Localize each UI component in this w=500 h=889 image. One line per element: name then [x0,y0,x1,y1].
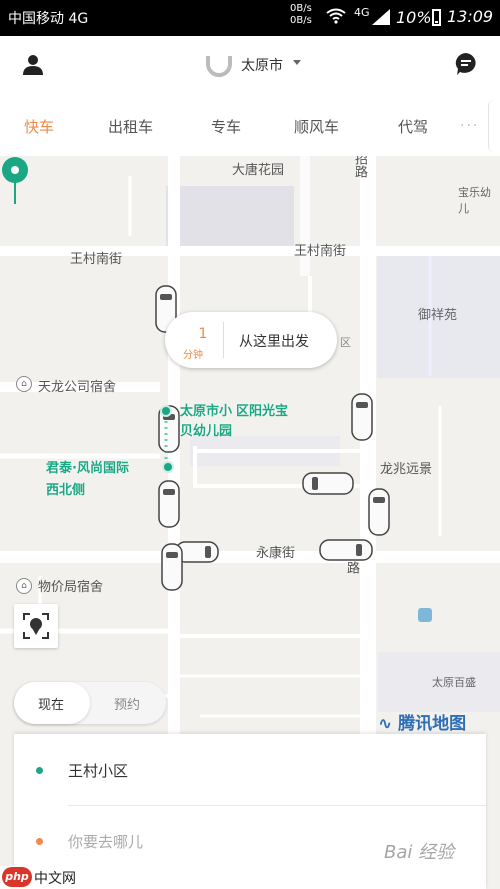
map-provider-label: 腾讯地图 [398,714,467,734]
phpcn-label: 中文网 [34,871,76,887]
pickup-poi-kindergarten[interactable]: 太原市小 区阳光宝 贝幼儿园 [180,402,288,442]
clock: 13:09 [447,7,494,26]
php-logo: php [2,867,32,887]
net-speed: 0B/s 0B/s [290,3,312,27]
locate-button[interactable] [14,604,58,648]
wifi-icon [326,8,346,24]
locate-icon [23,613,49,639]
download-speed: 0B/s [290,15,312,26]
carrier-label: 中国移动 4G [8,11,89,27]
destination-input[interactable]: 你要去哪儿 [68,831,143,852]
poi-line-2b-text: 西北侧 [46,483,86,498]
baidu-watermark: Bai 经验 [384,842,455,863]
poi-line-1a: 太原市小 [180,404,233,419]
map-label-wangcun-south-2: 王村南街 [294,244,347,259]
map-label-yongkang-street: 永康街 [256,546,296,561]
poi-line-1c: 贝幼儿园 [180,424,233,439]
eta-unit: 分钟 [183,350,203,361]
message-icon[interactable] [454,52,478,76]
app-header: 太原市 [0,36,500,96]
poi-line-1b: 区阳光宝 [236,404,289,419]
tab-hitch[interactable]: 顺风车 [294,116,339,137]
map-label-road: 路 [344,561,359,574]
map-label-hospital-fragment: 区 [340,336,351,349]
chevron-down-icon[interactable] [293,60,301,65]
more-tabs-icon[interactable]: ··· [460,118,479,134]
battery-icon [432,9,441,26]
map-provider-logo: ∿ 腾讯地图 [378,709,466,734]
city-selector[interactable]: 太原市 [241,55,283,75]
phpcn-watermark: php 中文网 [0,866,84,889]
map-label-yuxiang-garden: 御祥苑 [418,308,458,323]
map-label-zhao-road: 招路 [352,156,367,178]
didi-logo-icon [206,56,232,77]
map-view[interactable]: 大唐花园 招路 王村南街 王村南街 御祥苑 宝乐幼儿 区 ⌂ 天龙公司宿舍 龙兆… [0,156,500,889]
service-tabs: 快车 出租车 专车 顺风车 代驾 ··· [0,96,500,156]
toggle-now-label[interactable]: 现在 [38,694,64,713]
home-icon: ⌂ [16,376,32,392]
depart-here-button[interactable]: 从这里出发 [239,331,309,351]
location-pin-icon[interactable] [0,156,30,206]
tab-chauffeur[interactable]: 代驾 [398,116,428,137]
card-divider [68,805,486,806]
toggle-reserve-label[interactable]: 预约 [114,694,140,713]
tab-express[interactable]: 快车 [24,116,54,137]
pickup-dot[interactable] [160,405,172,417]
map-label-datang-garden: 大唐花园 [232,163,285,178]
tabs-edge [488,100,500,152]
origin-row[interactable]: 王村小区 [14,740,486,800]
map-label-wujiaju-dorm: 物价局宿舍 [38,580,104,595]
origin-label[interactable]: 王村小区 [68,760,128,781]
origin-dot-icon [36,767,43,774]
status-bar: 中国移动 4G 0B/s 0B/s 4G 10% 13:09 [0,0,500,36]
battery-percent: 10% [396,8,432,27]
network-type: 4G [354,6,370,19]
time-toggle: 现在 预约 [14,682,166,724]
destination-dot-icon [36,838,43,845]
poi-line-2a-text: 君泰·风尚国际 [46,461,129,476]
pickup-dot[interactable] [162,461,174,473]
map-label-wangcun-south: 王村南街 [70,252,123,267]
pickup-poi-juntai[interactable]: 西北侧 君泰·风尚国际 西北侧 [46,458,129,502]
signal-icon [372,9,390,25]
eta-value: 1 [198,326,208,342]
map-label-anle-kindergarten: 宝乐幼儿 [458,186,491,215]
map-label-longzhao-yuanjing: 龙兆远景 [380,462,433,477]
tab-premier[interactable]: 专车 [211,116,241,137]
bubble-divider [223,322,224,358]
map-label-tianlong-dorm: 天龙公司宿舍 [38,380,117,395]
upload-speed: 0B/s [290,3,312,14]
tencent-map-icon: ∿ [378,714,393,734]
trip-card: 王村小区 你要去哪儿 [14,734,486,889]
home-icon: ⌂ [16,578,32,594]
map-label-dayuan: 太原百盛 [432,676,476,689]
pickup-bubble[interactable]: 1 分钟 从这里出发 [165,312,337,368]
tab-taxi[interactable]: 出租车 [108,116,153,137]
user-icon[interactable] [22,54,44,76]
